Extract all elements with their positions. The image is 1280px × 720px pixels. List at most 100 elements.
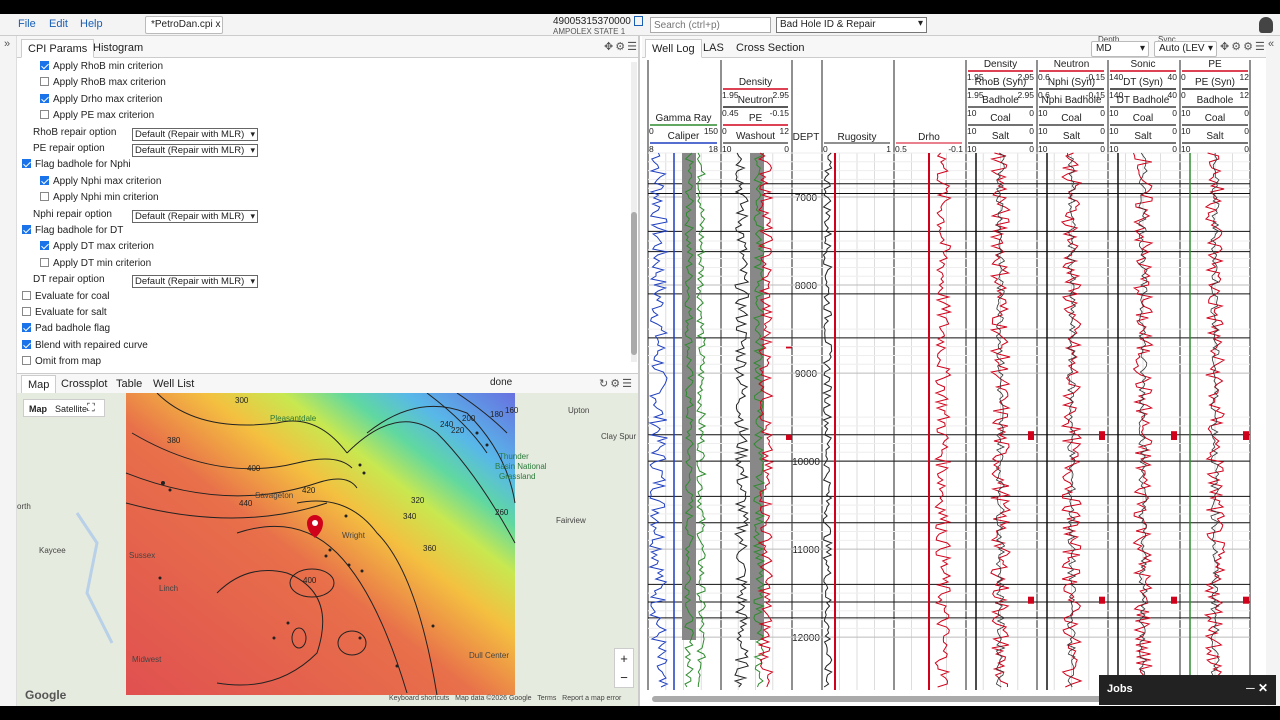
collapse-icon[interactable]: « bbox=[1268, 38, 1274, 50]
file-tab[interactable]: *PetroDan.cpi x bbox=[145, 16, 223, 34]
well-log-view[interactable]: Gamma Ray 0 150 Caliper 8 18 Density 1.95 2.95 Ne… bbox=[642, 59, 1266, 690]
repair-option-select[interactable]: Default (Repair with MLR) bbox=[132, 209, 258, 223]
checkbox[interactable] bbox=[40, 192, 49, 202]
right-collapse-bar: « bbox=[1266, 36, 1280, 706]
checkbox-label[interactable]: Apply Nphi max criterion bbox=[53, 176, 161, 187]
search-input[interactable] bbox=[650, 17, 771, 33]
menu-edit[interactable]: Edit bbox=[49, 18, 68, 30]
jobs-controls[interactable]: ─ ✕ bbox=[1246, 681, 1268, 695]
keyboard-shortcuts-link[interactable]: Keyboard shortcuts bbox=[389, 695, 449, 702]
checkbox[interactable] bbox=[40, 61, 49, 70]
contour-label: 260 bbox=[495, 508, 509, 517]
checkbox-label[interactable]: Apply RhoB min criterion bbox=[53, 61, 163, 72]
param-checkbox-row: Apply DT min criterion bbox=[40, 257, 151, 275]
param-checkbox-row: Flag badhole for DT bbox=[22, 225, 123, 242]
checkbox-label[interactable]: Evaluate for salt bbox=[35, 307, 107, 318]
checkbox-label[interactable]: Flag badhole for DT bbox=[35, 225, 123, 236]
panel-icons[interactable]: ✥⚙☰ bbox=[604, 40, 639, 53]
map-canvas[interactable]: 300 380 400 420 440 320 340 260 360 220 … bbox=[17, 393, 638, 706]
mode-select[interactable]: Bad Hole ID & Repair ▾ bbox=[776, 17, 927, 33]
jobs-panel[interactable]: Jobs ─ ✕ bbox=[1099, 675, 1276, 705]
track-curve-name: Badhole bbox=[1197, 95, 1234, 106]
badhole-flag bbox=[1099, 431, 1105, 440]
checkbox-label[interactable]: Pad badhole flag bbox=[35, 323, 110, 334]
well-log-canvas[interactable]: Gamma Ray0 150Caliper8 18Density1.95 2.95Ne… bbox=[642, 59, 1266, 690]
checkbox[interactable] bbox=[40, 93, 49, 103]
gamma-ray-curve bbox=[648, 152, 670, 688]
tab-cross-section[interactable]: Cross Section bbox=[730, 39, 810, 58]
checkbox-label[interactable]: Apply PE max criterion bbox=[53, 110, 154, 121]
map-view[interactable]: 300 380 400 420 440 320 340 260 360 220 … bbox=[17, 393, 638, 706]
badhole-flag bbox=[1028, 596, 1034, 604]
checkbox[interactable] bbox=[22, 339, 31, 349]
map-panel-icons[interactable]: ↻⚙☰ bbox=[599, 377, 634, 390]
checkbox-label[interactable]: Apply DT max criterion bbox=[53, 241, 154, 252]
checkbox[interactable] bbox=[40, 110, 49, 120]
scale-max: 0 bbox=[1100, 126, 1105, 136]
google-logo: Google bbox=[25, 688, 67, 702]
copy-icon[interactable] bbox=[634, 16, 643, 26]
tab-map[interactable]: Map bbox=[21, 375, 57, 394]
expand-icon[interactable]: » bbox=[4, 38, 10, 50]
sync-value: Auto (LEV bbox=[1159, 43, 1205, 54]
tab-well-list[interactable]: Well List bbox=[147, 375, 200, 394]
scrollbar-thumb[interactable] bbox=[631, 212, 637, 355]
checkbox[interactable] bbox=[40, 175, 49, 185]
checkbox[interactable] bbox=[40, 257, 49, 267]
scrollbar-thumb[interactable] bbox=[652, 696, 1102, 702]
tab-las[interactable]: LAS bbox=[697, 39, 730, 58]
place-label: orth bbox=[17, 502, 31, 511]
checkbox-label[interactable]: Apply DT min criterion bbox=[53, 258, 151, 269]
badhole-flag bbox=[786, 434, 792, 440]
badhole-flag bbox=[1243, 431, 1249, 440]
menu-file[interactable]: File bbox=[18, 18, 36, 30]
map-type-satellite[interactable]: Satellite bbox=[55, 404, 87, 414]
tab-histogram[interactable]: Histogram bbox=[87, 39, 149, 58]
param-checkbox-row: Apply Nphi max criterion bbox=[40, 175, 161, 193]
tab-cpi-params[interactable]: CPI Params bbox=[21, 39, 95, 58]
user-icon[interactable] bbox=[1259, 17, 1273, 33]
scale-max: 0 bbox=[1244, 126, 1249, 136]
param-checkbox-row: Apply RhoB max criterion bbox=[40, 77, 166, 94]
repair-option-select[interactable]: Default (Repair with MLR) bbox=[132, 127, 258, 141]
params-scrollbar[interactable] bbox=[631, 62, 637, 362]
checkbox-label[interactable]: Omit from map bbox=[35, 356, 101, 367]
terms-link[interactable]: Terms bbox=[537, 695, 556, 702]
scale-max: 12 bbox=[780, 126, 790, 136]
checkbox-label[interactable]: Apply Drho max criterion bbox=[53, 94, 162, 105]
tab-table[interactable]: Table bbox=[110, 375, 148, 394]
select-label: DT repair option bbox=[33, 274, 105, 286]
checkbox[interactable] bbox=[22, 225, 31, 234]
menu-help[interactable]: Help bbox=[80, 18, 103, 30]
checkbox[interactable] bbox=[22, 159, 31, 169]
tab-well-log[interactable]: Well Log bbox=[645, 39, 702, 58]
repair-option-select[interactable]: Default (Repair with MLR) bbox=[132, 275, 258, 289]
depth-select[interactable]: MD ▾ bbox=[1091, 41, 1149, 57]
repair-option-select[interactable]: Default (Repair with MLR) bbox=[132, 144, 258, 157]
fullscreen-icon[interactable]: ⛶ bbox=[87, 402, 95, 415]
place-label: Basin National bbox=[495, 462, 547, 471]
checkbox-label[interactable]: Blend with repaired curve bbox=[35, 340, 148, 351]
checkbox[interactable] bbox=[40, 241, 49, 251]
map-type-map[interactable]: Map bbox=[29, 404, 47, 414]
checkbox[interactable] bbox=[22, 290, 31, 300]
place-label: Clay Spur bbox=[601, 432, 636, 441]
zoom-in-button[interactable]: + bbox=[615, 649, 633, 668]
checkbox-label[interactable]: Apply Nphi min criterion bbox=[53, 192, 159, 203]
checkbox-label[interactable]: Apply RhoB max criterion bbox=[53, 77, 166, 88]
param-checkbox-row: Blend with repaired curve bbox=[22, 339, 148, 357]
scale-max: 40 bbox=[1168, 72, 1178, 82]
param-checkbox-row: Apply Drho max criterion bbox=[40, 93, 162, 111]
report-error-link[interactable]: Report a map error bbox=[562, 695, 621, 702]
checkbox[interactable] bbox=[40, 77, 49, 87]
zoom-out-button[interactable]: − bbox=[615, 668, 633, 687]
tab-crossplot[interactable]: Crossplot bbox=[55, 375, 113, 394]
checkbox-label[interactable]: Evaluate for coal bbox=[35, 291, 110, 302]
sync-select[interactable]: Auto (LEV ▾ bbox=[1154, 41, 1217, 57]
checkbox-label[interactable]: Flag badhole for Nphi bbox=[35, 159, 131, 170]
checkbox[interactable] bbox=[22, 307, 31, 316]
checkbox[interactable] bbox=[22, 323, 31, 333]
log-panel-icons[interactable]: ✥⚙⚙☰ bbox=[1220, 40, 1267, 53]
param-select-row: PE repair option Default (Repair with MLR… bbox=[33, 143, 273, 160]
checkbox[interactable] bbox=[22, 356, 31, 366]
